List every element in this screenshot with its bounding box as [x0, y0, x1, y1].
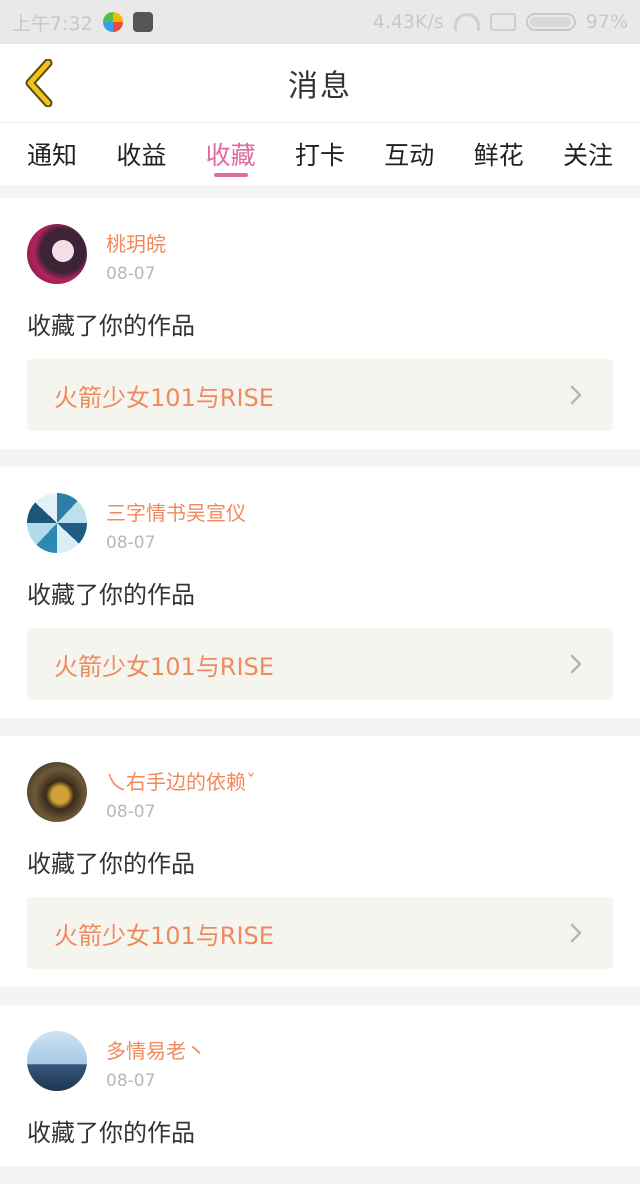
date: 08-07 — [106, 1071, 156, 1091]
chevron-right-icon — [565, 384, 587, 406]
active-tab-indicator — [213, 173, 248, 177]
status-right: 4.43K/s 97% — [373, 11, 628, 33]
page-title: 消息 — [288, 69, 352, 104]
date: 08-07 — [106, 264, 156, 284]
date: 08-07 — [106, 533, 156, 553]
tab-label: 鲜花 — [473, 141, 524, 170]
action-text: 收藏了你的作品 — [27, 312, 195, 340]
tab-follow[interactable]: 关注 — [554, 123, 622, 185]
work-link[interactable]: 火箭少女101与RISE — [27, 897, 613, 969]
card-header: 三字情书吴宣仪 08-07 — [27, 493, 613, 553]
tab-label: 互动 — [384, 141, 435, 170]
back-button[interactable] — [14, 58, 64, 108]
tab-notify[interactable]: 通知 — [18, 123, 86, 185]
tab-label: 收益 — [116, 141, 167, 170]
status-bar: 上午7:32 4.43K/s 97% — [0, 0, 640, 44]
tab-checkin[interactable]: 打卡 — [286, 123, 354, 185]
work-title: 火箭少女101与RISE — [54, 652, 274, 681]
tab-label: 通知 — [26, 141, 77, 170]
battery-icon — [525, 13, 576, 31]
notification-card: 三字情书吴宣仪 08-07 收藏了你的作品 火箭少女101与RISE — [0, 467, 640, 718]
notification-card: 乀右手边的依赖ˇ 08-07 收藏了你的作品 火箭少女101与RISE — [0, 736, 640, 987]
username[interactable]: 乀右手边的依赖ˇ — [106, 766, 256, 795]
work-link[interactable]: 火箭少女101与RISE — [27, 628, 613, 700]
app-notification-icon — [102, 12, 123, 32]
username[interactable]: 桃玥皖 — [106, 228, 166, 257]
notification-card: 桃玥皖 08-07 收藏了你的作品 火箭少女101与RISE — [0, 198, 640, 449]
notification-card: 多情易老丶 08-07 收藏了你的作品 — [0, 1005, 640, 1166]
wifi-icon — [453, 13, 480, 31]
tab-interaction[interactable]: 互动 — [375, 123, 443, 185]
back-arrow-icon — [25, 59, 53, 107]
card-header: 多情易老丶 08-07 — [27, 1031, 613, 1091]
username[interactable]: 三字情书吴宣仪 — [106, 497, 246, 526]
action-text: 收藏了你的作品 — [27, 581, 195, 609]
avatar[interactable] — [27, 1031, 87, 1091]
tab-label: 关注 — [562, 141, 613, 170]
card-header: 桃玥皖 08-07 — [27, 224, 613, 284]
app-notification-icon-2 — [132, 12, 153, 32]
status-time: 上午7:32 — [12, 12, 93, 35]
avatar[interactable] — [27, 762, 87, 822]
user-meta: 多情易老丶 08-07 — [106, 1031, 206, 1091]
nav-bar: 消息 — [0, 44, 640, 123]
tab-bar: 通知 收益 收藏 打卡 互动 鲜花 关注 — [0, 123, 640, 185]
user-meta: 三字情书吴宣仪 08-07 — [106, 493, 246, 553]
action-text: 收藏了你的作品 — [27, 1119, 195, 1147]
avatar[interactable] — [27, 224, 87, 284]
tab-favorites[interactable]: 收藏 — [197, 123, 265, 185]
action-text: 收藏了你的作品 — [27, 850, 195, 878]
work-title: 火箭少女101与RISE — [54, 921, 274, 950]
user-meta: 乀右手边的依赖ˇ 08-07 — [106, 762, 256, 822]
sim-icon — [489, 13, 516, 31]
work-title: 火箭少女101与RISE — [54, 383, 274, 412]
network-speed: 4.43K/s — [372, 11, 444, 33]
tab-label: 收藏 — [205, 141, 256, 170]
date: 08-07 — [106, 802, 156, 822]
chevron-right-icon — [565, 653, 587, 675]
battery-level — [529, 17, 571, 27]
chevron-right-icon — [565, 922, 587, 944]
tab-label: 打卡 — [294, 141, 345, 170]
work-link[interactable]: 火箭少女101与RISE — [27, 359, 613, 431]
card-header: 乀右手边的依赖ˇ 08-07 — [27, 762, 613, 822]
tab-earnings[interactable]: 收益 — [107, 123, 175, 185]
tab-flowers[interactable]: 鲜花 — [465, 123, 533, 185]
username[interactable]: 多情易老丶 — [106, 1035, 206, 1064]
notification-list: 桃玥皖 08-07 收藏了你的作品 火箭少女101与RISE 三字情书吴宣仪 0… — [0, 198, 640, 1184]
status-left: 上午7:32 — [12, 9, 153, 36]
user-meta: 桃玥皖 08-07 — [106, 224, 166, 284]
battery-percent: 97% — [585, 11, 628, 33]
avatar[interactable] — [27, 493, 87, 553]
